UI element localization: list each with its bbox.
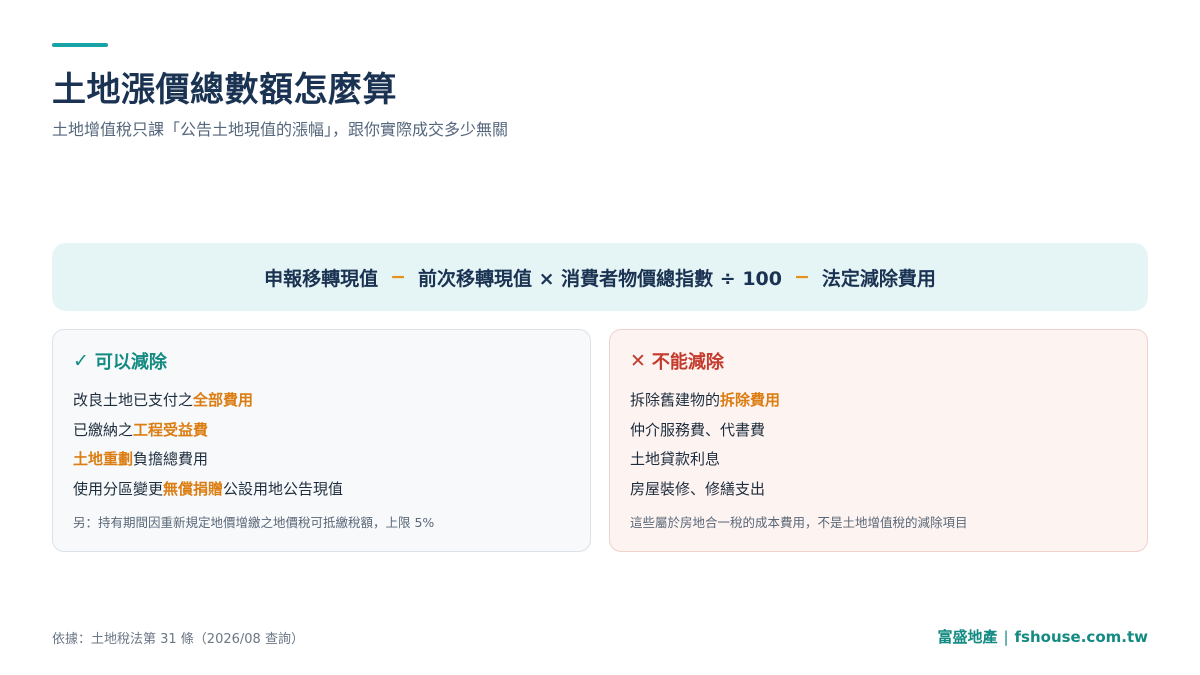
- brand-separator: |: [1003, 628, 1009, 646]
- list-item: 改良土地已支付之全部費用: [73, 391, 254, 409]
- list-item: 已繳納之工程受益費: [73, 420, 209, 439]
- page-title: 土地漲價總數額怎麼算: [52, 70, 397, 110]
- formula-previous-value: 前次移轉現值 × 消費者物價總指數 ÷ 100: [418, 267, 782, 290]
- page-subtitle: 土地增值稅只課「公告土地現值的漲幅」，跟你實際成交多少無關: [52, 120, 509, 139]
- cannot-deduct-header: ✕ 不能減除: [630, 348, 1127, 374]
- brand-signature: 富盛地產 | fshouse.com.tw: [937, 626, 1148, 647]
- check-icon: ✓: [73, 350, 89, 372]
- close-icon: ✕: [630, 350, 646, 372]
- list-item: 土地貸款利息: [630, 450, 721, 468]
- cannot-deduct-title: 不能減除: [651, 352, 724, 373]
- list-item: 拆除舊建物的拆除費用: [630, 391, 781, 409]
- list-item: 土地重劃負擔總費用: [73, 450, 209, 468]
- list-item: 仲介服務費、代書費: [630, 420, 766, 439]
- can-deduct-note: 另：持有期間因重新規定地價增繳之地價稅可抵繳稅額，上限 5%: [73, 515, 435, 530]
- cannot-deduct-card: ✕ 不能減除 拆除舊建物的拆除費用 仲介服務費、代書費 土地貸款利息 房屋裝修、…: [609, 329, 1148, 552]
- formula-declared-value: 申報移轉現值: [264, 267, 379, 290]
- brand-name: 富盛地產: [937, 628, 998, 646]
- can-deduct-card: ✓ 可以減除 改良土地已支付之全部費用 已繳納之工程受益費 土地重劃負擔總費用 …: [52, 329, 591, 552]
- cannot-deduct-note: 這些屬於房地合一稅的成本費用，不是土地增值稅的減除項目: [630, 515, 968, 530]
- formula-banner: 申報移轉現值 − 前次移轉現值 × 消費者物價總指數 ÷ 100 − 法定減除費…: [52, 243, 1148, 311]
- accent-bar: [52, 43, 108, 47]
- minus-operator: −: [793, 266, 810, 288]
- list-item: 房屋裝修、修繕支出: [630, 479, 766, 498]
- brand-url: fshouse.com.tw: [1014, 628, 1148, 646]
- list-item: 使用分區變更無償捐贈公設用地公告現值: [73, 479, 344, 498]
- can-deduct-header: ✓ 可以減除: [73, 348, 570, 374]
- formula-deductions: 法定減除費用: [821, 267, 936, 290]
- can-deduct-title: 可以減除: [94, 352, 167, 373]
- minus-operator: −: [390, 266, 407, 288]
- source-citation: 依據：土地稅法第 31 條（2026/08 查詢）: [52, 632, 304, 647]
